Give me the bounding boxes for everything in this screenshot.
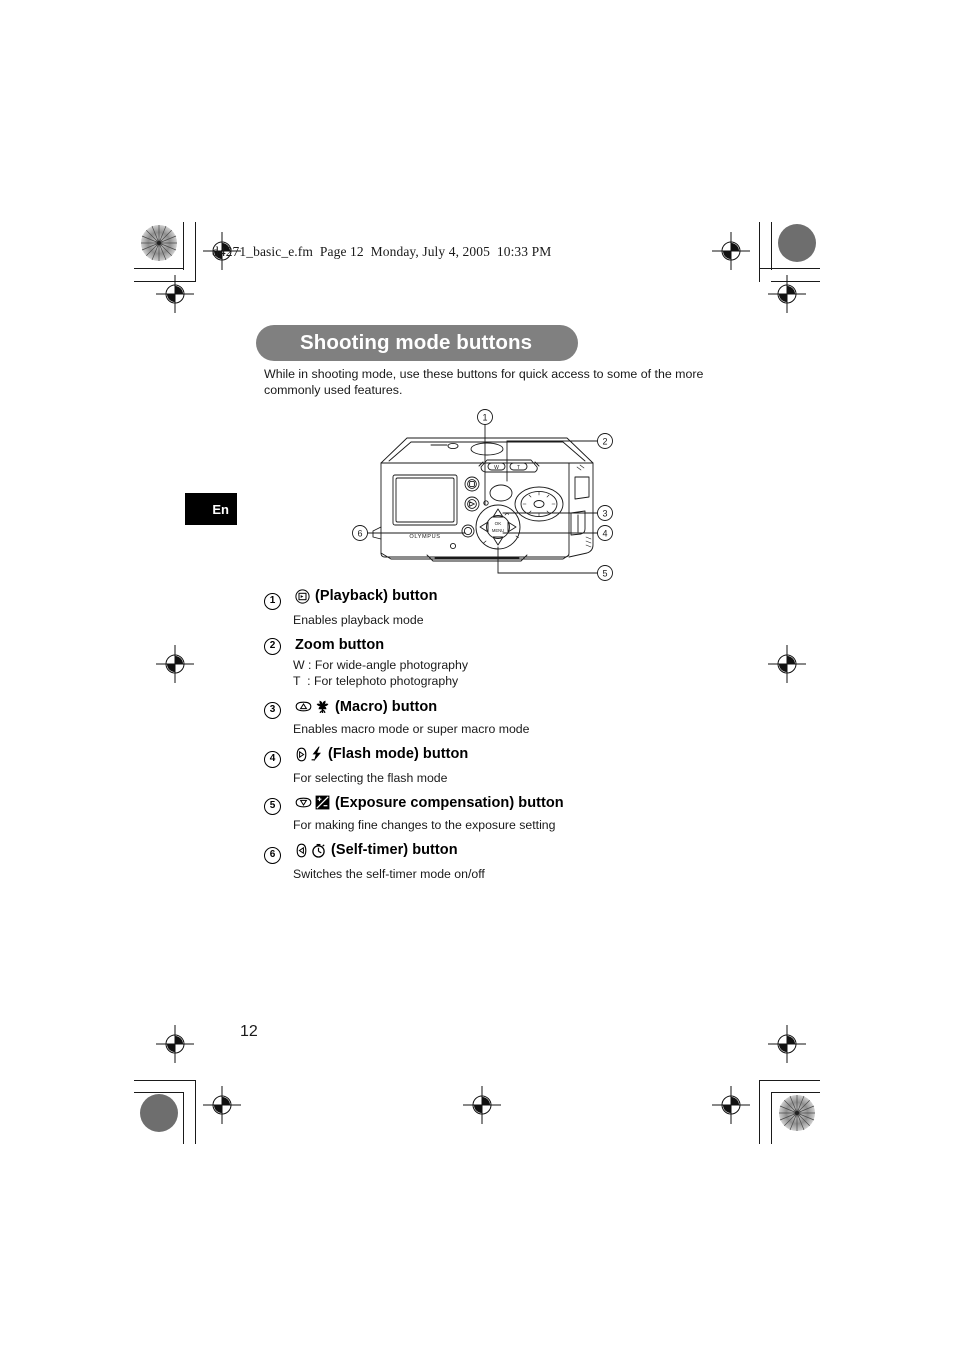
registration-mark bbox=[156, 645, 194, 683]
crop-mark-line bbox=[195, 222, 196, 282]
macro-tulip-icon bbox=[315, 699, 330, 714]
crop-mark-line bbox=[183, 1092, 184, 1144]
flash-bolt-icon bbox=[311, 746, 323, 762]
description-line: Enables playback mode bbox=[293, 612, 424, 627]
svg-text:2: 2 bbox=[602, 436, 607, 446]
description-line: W : For wide-angle photography bbox=[293, 657, 468, 672]
crop-mark-line bbox=[134, 268, 184, 269]
list-item: 3 (Macro) button Enables macro mode or s… bbox=[264, 699, 734, 738]
registration-mark bbox=[712, 232, 750, 270]
crop-mark-line bbox=[759, 1080, 760, 1144]
arrow-left-key-icon bbox=[295, 843, 308, 858]
svg-text:OK: OK bbox=[495, 521, 503, 526]
registration-mark bbox=[156, 1025, 194, 1063]
svg-text:1: 1 bbox=[482, 412, 487, 422]
page-number: 12 bbox=[240, 1023, 258, 1040]
item-title: (Macro) button bbox=[335, 698, 438, 715]
button-description-list: 1 (Playback) button Enables playback mod… bbox=[264, 588, 734, 891]
item-number: 6 bbox=[264, 846, 281, 864]
camera-rear-view-diagram: OLYMPUS W T OK MENU 1 2 3 4 5 6 bbox=[335, 405, 635, 590]
svg-text:T: T bbox=[517, 465, 520, 471]
crop-mark-line bbox=[771, 222, 772, 270]
source-file-header: d4271_basic_e.fm Page 12 Monday, July 4,… bbox=[212, 244, 552, 259]
item-number: 1 bbox=[264, 592, 281, 610]
density-target-top-right bbox=[778, 224, 816, 262]
figure-callout-6: 6 bbox=[352, 525, 368, 541]
crop-mark-line bbox=[771, 1092, 772, 1144]
list-item: 5 (Exposure compensation) button For mak… bbox=[264, 795, 734, 834]
svg-text:3: 3 bbox=[602, 508, 607, 518]
crop-mark-line bbox=[771, 1092, 820, 1093]
item-title: (Self-timer) button bbox=[331, 842, 458, 858]
arrow-down-key-icon bbox=[295, 796, 312, 809]
svg-text:4: 4 bbox=[602, 528, 607, 538]
registration-mark bbox=[768, 645, 806, 683]
crop-mark-line bbox=[134, 1080, 196, 1081]
crop-mark-line bbox=[134, 1092, 184, 1093]
density-target-bottom-left bbox=[140, 1094, 178, 1132]
playback-icon bbox=[295, 588, 310, 604]
figure-callouts: 1 2 3 4 5 6 bbox=[352, 409, 613, 581]
intro-line-1: While in shooting mode, use these button… bbox=[264, 367, 704, 381]
item-description: For selecting the flash mode bbox=[293, 770, 734, 786]
arrow-up-key-icon bbox=[295, 700, 312, 713]
item-number: 3 bbox=[264, 702, 281, 719]
exposure-compensation-icon bbox=[315, 795, 330, 810]
item-title: (Playback) button bbox=[315, 588, 438, 604]
crop-mark-line bbox=[759, 1080, 820, 1081]
list-item: 4 (Flash mode) button For selecting the … bbox=[264, 746, 734, 786]
language-tab-en: En bbox=[185, 493, 237, 525]
crop-mark-line bbox=[759, 268, 820, 269]
description-line: Switches the self-timer mode on/off bbox=[293, 866, 485, 881]
item-description: Enables playback mode bbox=[293, 612, 734, 628]
section-intro: While in shooting mode, use these button… bbox=[264, 366, 716, 398]
registration-mark bbox=[203, 1086, 241, 1124]
arrow-right-key-icon bbox=[295, 747, 308, 762]
item-number: 2 bbox=[264, 637, 281, 655]
printed-page: d4271_basic_e.fm Page 12 Monday, July 4,… bbox=[0, 0, 954, 1351]
list-item: 6 (Self-timer) button Switches the self-… bbox=[264, 842, 734, 882]
self-timer-icon bbox=[311, 843, 326, 858]
figure-callout-4: 4 bbox=[597, 525, 613, 541]
screen-angle-target-top-left bbox=[140, 224, 178, 262]
crop-mark-line bbox=[195, 1080, 196, 1144]
figure-callout-1: 1 bbox=[477, 409, 493, 425]
description-line: For making fine changes to the exposure … bbox=[293, 818, 556, 832]
figure-callout-2: 2 bbox=[597, 433, 613, 449]
item-title: Zoom button bbox=[295, 636, 385, 653]
svg-text:6: 6 bbox=[357, 528, 362, 538]
registration-mark bbox=[712, 1086, 750, 1124]
registration-mark bbox=[768, 275, 806, 313]
screen-angle-target-bottom-right bbox=[778, 1094, 816, 1132]
registration-mark bbox=[156, 275, 194, 313]
description-line: For selecting the flash mode bbox=[293, 770, 448, 785]
svg-text:MENU: MENU bbox=[492, 528, 504, 533]
item-number: 4 bbox=[264, 750, 281, 768]
description-line: T : For telephoto photography bbox=[293, 673, 459, 688]
registration-mark bbox=[463, 1086, 501, 1124]
crop-mark-line bbox=[759, 222, 760, 282]
list-item: 1 (Playback) button Enables playback mod… bbox=[264, 588, 734, 628]
item-description: For making fine changes to the exposure … bbox=[293, 817, 734, 833]
description-line: Enables macro mode or super macro mode bbox=[293, 722, 530, 736]
intro-line-2: commonly used features. bbox=[264, 383, 403, 397]
item-title: (Flash mode) button bbox=[328, 746, 469, 762]
item-title: (Exposure compensation) button bbox=[335, 794, 564, 811]
registration-mark bbox=[768, 1025, 806, 1063]
svg-text:5: 5 bbox=[602, 568, 607, 578]
section-title-banner: Shooting mode buttons bbox=[256, 325, 578, 361]
svg-text:W: W bbox=[494, 465, 499, 471]
crop-mark-line bbox=[183, 222, 184, 270]
item-description: Switches the self-timer mode on/off bbox=[293, 866, 734, 882]
figure-callout-3: 3 bbox=[597, 505, 613, 521]
item-number: 5 bbox=[264, 798, 281, 815]
list-item: 2 Zoom button W : For wide-angle photogr… bbox=[264, 637, 734, 689]
figure-callout-5: 5 bbox=[597, 565, 613, 581]
svg-text:OLYMPUS: OLYMPUS bbox=[409, 534, 440, 540]
item-description: Enables macro mode or super macro mode bbox=[293, 721, 734, 737]
item-description: W : For wide-angle photography T : For t… bbox=[293, 657, 734, 689]
